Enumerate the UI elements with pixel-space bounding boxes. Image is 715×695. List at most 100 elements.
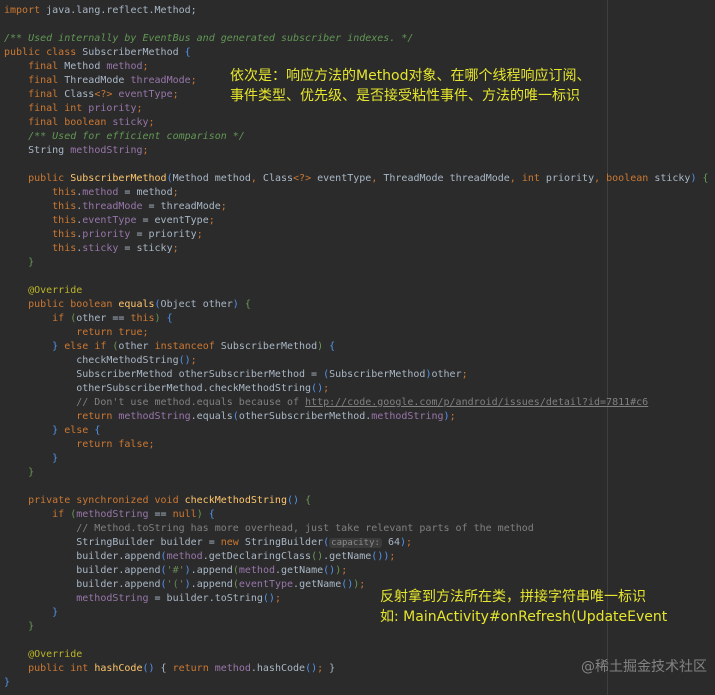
code-line[interactable]: public boolean equals(Object other) { (4, 298, 709, 312)
code-token: otherSubscriberMethod. (238, 411, 372, 422)
code-token: sticky (82, 243, 119, 254)
code-token: eventType (82, 215, 137, 226)
code-line[interactable]: return methodString.equals(otherSubscrib… (4, 410, 709, 424)
code-token: methodString (4, 593, 149, 604)
code-token: () (311, 551, 324, 562)
code-line[interactable]: String methodString; (4, 144, 709, 158)
code-line[interactable]: import java.lang.reflect.Method; (4, 4, 709, 18)
code-link[interactable]: http://code.google.com/p/android/issues/… (305, 397, 648, 408)
code-token: ; (341, 565, 348, 576)
code-line[interactable]: StringBuilder builder = new StringBuilde… (4, 536, 709, 550)
code-token: method (82, 187, 119, 198)
code-token: = eventType (136, 215, 209, 226)
code-line[interactable]: return true; (4, 326, 709, 340)
code-line[interactable] (4, 18, 709, 32)
code-token: ; (172, 243, 179, 254)
code-line[interactable]: } (4, 676, 709, 690)
code-token: ; (323, 383, 330, 394)
code-line[interactable]: /** Used for efficient comparison */ (4, 130, 709, 144)
watermark: @稀土掘金技术社区 (581, 659, 707, 675)
code-line[interactable]: this.priority = priority; (4, 228, 709, 242)
code-line[interactable]: final boolean sticky; (4, 116, 709, 130)
code-line[interactable]: otherSubscriberMethod.checkMethodString(… (4, 382, 709, 396)
code-token: builder.append (4, 551, 161, 562)
code-token: = sticky (118, 243, 173, 254)
code-token: .getName (293, 579, 342, 590)
code-line[interactable]: } (4, 256, 709, 270)
code-token: ; (190, 75, 197, 86)
code-token: methodString (76, 509, 149, 520)
code-token: String (4, 145, 71, 156)
code-line[interactable]: public class SubscriberMethod { (4, 46, 709, 60)
code-token: sticky (654, 173, 691, 184)
code-token: java.lang.reflect.Method; (46, 5, 197, 16)
code-token: .getDeclaringClass (202, 551, 312, 562)
code-token: hashCode (94, 663, 143, 674)
code-token: priority (545, 173, 595, 184)
code-token: } (4, 621, 35, 632)
code-line[interactable] (4, 158, 709, 172)
code-token: ; (172, 89, 179, 100)
code-line[interactable]: private synchronized void checkMethodStr… (4, 494, 709, 508)
code-line[interactable]: } else { (4, 424, 709, 438)
code-token: StringBuilder (244, 537, 324, 548)
code-token: .append (190, 565, 233, 576)
code-line[interactable]: checkMethodString(); (4, 354, 709, 368)
code-token: = priority (130, 229, 197, 240)
code-token: ; (142, 145, 149, 156)
code-token: () (262, 593, 275, 604)
code-token: method (166, 551, 203, 562)
code-token: = builder.toString (148, 593, 263, 604)
code-token: sticky (112, 117, 149, 128)
code-line[interactable]: } (4, 452, 709, 466)
code-line[interactable]: builder.append(method.getDeclaringClass(… (4, 550, 709, 564)
code-token: ; (190, 355, 197, 366)
code-line[interactable]: public SubscriberMethod(Method method, C… (4, 172, 708, 186)
code-line[interactable]: this.sticky = sticky; (4, 242, 709, 256)
annotation-fields-note: 依次是：响应方法的Method对象、在哪个线程响应订阅、 事件类型、优先级、是否… (230, 68, 591, 104)
code-line[interactable]: SubscriberMethod otherSubscriberMethod =… (4, 368, 709, 382)
code-token: Object other (160, 299, 233, 310)
code-line[interactable]: if (other == this) { (4, 312, 709, 326)
code-line[interactable]: this.threadMode = threadMode; (4, 200, 709, 214)
code-line[interactable]: } else if (other instanceof SubscriberMe… (4, 340, 709, 354)
code-token: new (220, 537, 245, 548)
code-token: @Override (4, 285, 83, 296)
code-token: this (4, 215, 77, 226)
code-token: this (130, 313, 155, 324)
code-line[interactable]: /** Used internally by EventBus and gene… (4, 32, 709, 46)
code-token: , (250, 173, 263, 184)
code-line[interactable]: // Method.toString has more overhead, ju… (4, 522, 709, 536)
code-line[interactable]: @Override (4, 284, 709, 298)
code-token: // Method.toString has more overhead, ju… (4, 523, 534, 534)
code-token: '#' (166, 565, 185, 576)
code-line[interactable] (4, 270, 709, 284)
code-line[interactable]: return false; (4, 438, 709, 452)
code-token: final (4, 89, 65, 100)
code-line[interactable]: } (4, 466, 709, 480)
code-token: == (148, 509, 173, 520)
code-token: private synchronized void (4, 495, 185, 506)
code-line[interactable]: this.method = method; (4, 186, 709, 200)
code-token: { (208, 509, 215, 520)
code-token: builder.append (4, 579, 161, 590)
code-line[interactable]: this.eventType = eventType; (4, 214, 709, 228)
code-token: this (4, 229, 77, 240)
code-token: Class (262, 173, 294, 184)
code-line[interactable] (4, 480, 709, 494)
code-line[interactable]: // Don't use method.equals because of ht… (4, 396, 709, 410)
code-token: methodString (371, 411, 444, 422)
code-line[interactable]: builder.append('#').append(method.getNam… (4, 564, 709, 578)
code-token: if (4, 509, 71, 520)
code-token: ; (389, 551, 396, 562)
code-token: equals (118, 299, 155, 310)
code-token: ; (449, 411, 456, 422)
code-token: public int (4, 663, 95, 674)
code-token: builder.append (4, 565, 161, 576)
code-line[interactable] (4, 634, 709, 648)
code-token: ThreadMode (64, 75, 131, 86)
code-token: else if (64, 341, 113, 352)
code-token: return (4, 411, 119, 422)
code-line[interactable]: if (methodString == null) { (4, 508, 709, 522)
code-token: ; (274, 593, 281, 604)
